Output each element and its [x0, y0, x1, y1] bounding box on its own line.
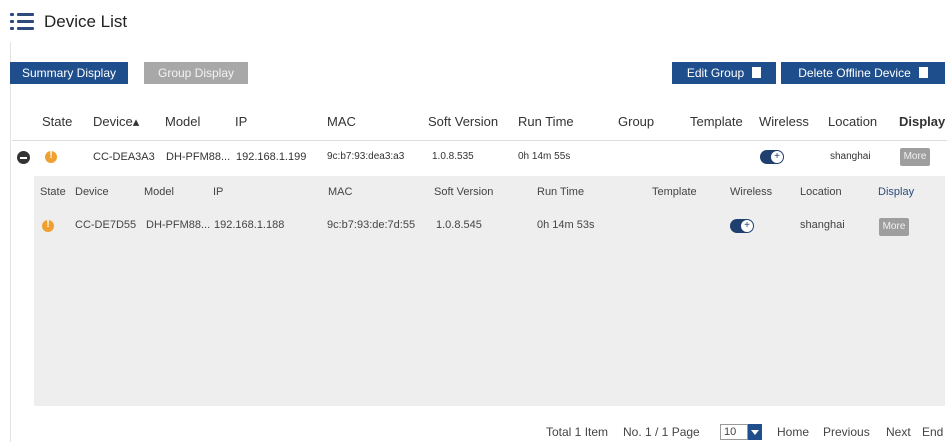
- col-display[interactable]: Display: [899, 114, 945, 129]
- delete-offline-label: Delete Offline Device: [798, 66, 911, 80]
- left-divider: [10, 42, 11, 442]
- end-link[interactable]: End: [922, 425, 943, 439]
- sub-col-model[interactable]: Model: [144, 186, 174, 198]
- summary-display-button[interactable]: Summary Display: [10, 62, 128, 84]
- cell-ip: 192.168.1.199: [236, 151, 307, 163]
- col-template[interactable]: Template: [690, 114, 743, 129]
- sub-col-location[interactable]: Location: [800, 186, 842, 198]
- sub-cell-run-time: 0h 14m 53s: [537, 219, 595, 231]
- warning-state-icon: [42, 219, 54, 232]
- page-size-select[interactable]: 10: [720, 424, 748, 440]
- sub-cell-ip: 192.168.1.188: [214, 219, 285, 231]
- previous-link[interactable]: Previous: [823, 425, 870, 439]
- cell-run-time: 0h 14m 55s: [518, 151, 571, 162]
- col-group[interactable]: Group: [618, 114, 654, 129]
- subtable-header: State Device Model IP MAC Soft Version R…: [0, 186, 951, 202]
- total-items: Total 1 Item: [546, 425, 609, 439]
- sub-cell-mac: 9c:b7:93:de:7d:55: [327, 219, 416, 231]
- sub-col-wireless[interactable]: Wireless: [730, 186, 772, 198]
- sub-cell-location: shanghai: [800, 219, 845, 231]
- col-ip[interactable]: IP: [235, 114, 247, 129]
- header-divider: [12, 140, 947, 141]
- subtable-row[interactable]: CC-DE7D55 DH-PFM88... 192.168.1.188 9c:b…: [0, 218, 951, 236]
- list-icon: [10, 11, 34, 33]
- col-mac[interactable]: MAC: [327, 114, 356, 129]
- sub-more-button[interactable]: More: [879, 218, 909, 236]
- wireless-toggle-icon[interactable]: [730, 219, 754, 233]
- sub-col-device[interactable]: Device: [75, 186, 109, 198]
- page-header: Device List: [10, 8, 127, 36]
- group-detail-panel: [34, 176, 945, 406]
- sub-col-display[interactable]: Display: [878, 186, 914, 198]
- more-button[interactable]: More: [900, 148, 930, 166]
- group-display-button[interactable]: Group Display: [144, 62, 248, 84]
- col-model[interactable]: Model: [165, 114, 200, 129]
- edit-group-button[interactable]: Edit Group: [672, 62, 776, 84]
- page-title: Device List: [44, 12, 128, 31]
- cell-soft-version: 1.0.8.535: [432, 151, 474, 162]
- col-soft-version[interactable]: Soft Version: [428, 114, 498, 129]
- col-location[interactable]: Location: [828, 114, 877, 129]
- col-device[interactable]: Device▴: [93, 114, 139, 130]
- sub-col-mac[interactable]: MAC: [328, 186, 352, 198]
- cell-mac: 9c:b7:93:dea3:a3: [327, 151, 405, 162]
- wireless-toggle-icon[interactable]: [760, 150, 784, 164]
- col-wireless[interactable]: Wireless: [759, 114, 809, 129]
- pagination: Total 1 Item No. 1 / 1 Page 10 Home Prev…: [0, 424, 951, 442]
- sub-col-soft-version[interactable]: Soft Version: [434, 186, 493, 198]
- next-link[interactable]: Next: [886, 425, 911, 439]
- trash-icon: [918, 67, 928, 78]
- col-run-time[interactable]: Run Time: [518, 114, 574, 129]
- toolbar: Summary Display Group Display Edit Group…: [10, 62, 945, 84]
- delete-offline-device-button[interactable]: Delete Offline Device: [781, 62, 945, 84]
- cell-location: shanghai: [830, 151, 871, 162]
- col-state[interactable]: State: [42, 114, 72, 129]
- sub-cell-soft-version: 1.0.8.545: [436, 219, 482, 231]
- sub-col-ip[interactable]: IP: [213, 186, 223, 198]
- edit-group-label: Edit Group: [686, 66, 745, 80]
- sub-col-state[interactable]: State: [40, 186, 66, 198]
- collapse-icon[interactable]: [17, 151, 30, 164]
- sub-col-run-time[interactable]: Run Time: [537, 186, 584, 198]
- cell-device: CC-DEA3A3: [93, 151, 155, 163]
- sub-cell-model: DH-PFM88...: [146, 219, 211, 231]
- edit-icon: [752, 67, 762, 78]
- page-info: No. 1 / 1 Page: [623, 425, 700, 439]
- table-header: State Device▴ Model IP MAC Soft Version …: [0, 114, 951, 136]
- home-link[interactable]: Home: [777, 425, 809, 439]
- cell-model: DH-PFM88...: [166, 151, 231, 163]
- sub-cell-device: CC-DE7D55: [75, 219, 137, 231]
- table-row[interactable]: CC-DEA3A3 DH-PFM88... 192.168.1.199 9c:b…: [0, 148, 951, 170]
- sub-col-template[interactable]: Template: [652, 186, 697, 198]
- warning-state-icon: [45, 150, 57, 163]
- chevron-down-icon[interactable]: [748, 424, 762, 440]
